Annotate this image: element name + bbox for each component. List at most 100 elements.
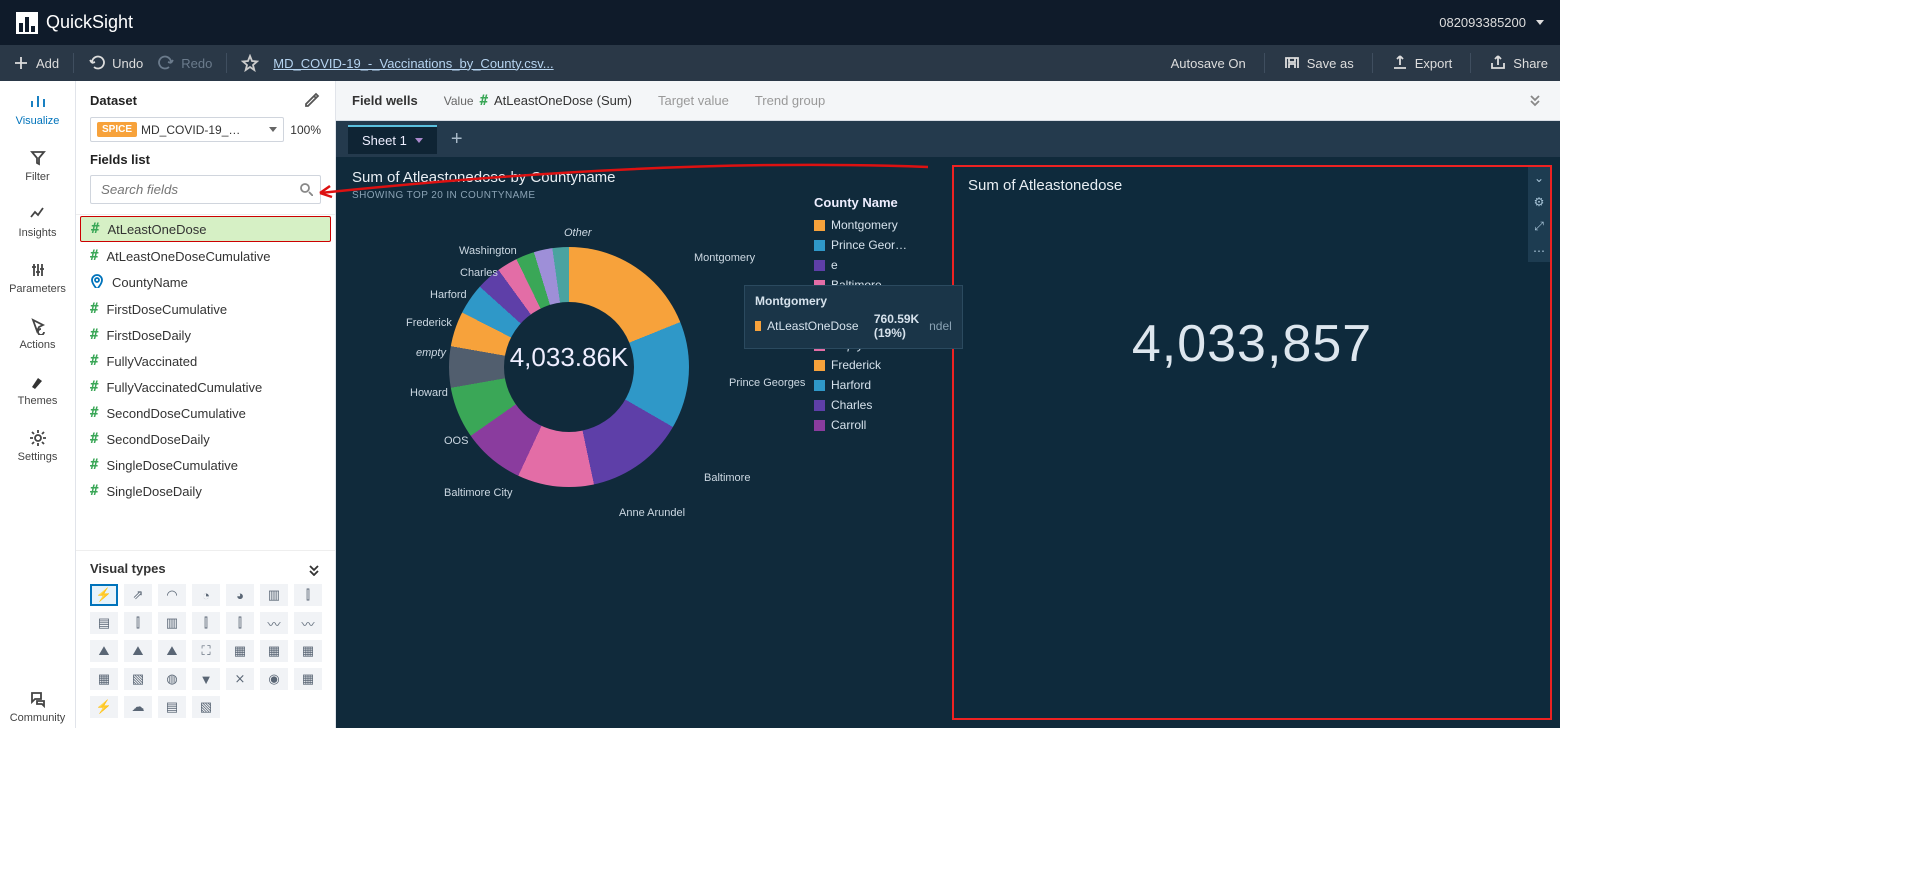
field-row[interactable]: #FullyVaccinated: [76, 348, 335, 374]
nav-parameters[interactable]: Parameters: [0, 255, 75, 299]
visual-type-cell[interactable]: ☁: [124, 696, 152, 718]
legend-item[interactable]: Charles: [814, 398, 934, 412]
field-name: AtLeastOneDoseCumulative: [106, 249, 270, 264]
field-row[interactable]: #AtLeastOneDose: [80, 216, 331, 242]
target-label[interactable]: Target value: [658, 93, 729, 108]
autosave-status[interactable]: Autosave On: [1171, 56, 1246, 71]
geo-icon: [90, 274, 104, 291]
visual-type-cell[interactable]: ⛶: [192, 640, 220, 662]
add-sheet-button[interactable]: +: [445, 128, 469, 151]
donut-visual[interactable]: Sum of Atleastonedose by Countyname SHOW…: [344, 165, 944, 720]
visual-type-cell[interactable]: ⛰: [124, 640, 152, 662]
legend-item[interactable]: Frederick: [814, 358, 934, 372]
legend-item[interactable]: Harford: [814, 378, 934, 392]
sliders-icon: [29, 261, 47, 279]
visual-type-cell[interactable]: ◕: [226, 584, 254, 606]
chevron-double-down-icon[interactable]: [1528, 92, 1544, 110]
field-row[interactable]: CountyName: [76, 269, 335, 296]
hash-icon: #: [480, 93, 488, 109]
visual-type-cell[interactable]: ▧: [192, 696, 220, 718]
visual-type-cell[interactable]: ▼: [192, 668, 220, 690]
visual-type-cell[interactable]: ⛰: [90, 640, 118, 662]
nav-community[interactable]: Community: [0, 684, 75, 728]
visual-type-cell[interactable]: ⨯: [226, 668, 254, 690]
nav-themes[interactable]: Themes: [0, 367, 75, 411]
brand-logo[interactable]: QuickSight: [16, 12, 133, 34]
nav-filter[interactable]: Filter: [0, 143, 75, 187]
legend-item[interactable]: e: [814, 258, 934, 272]
field-row[interactable]: #AtLeastOneDoseCumulative: [76, 243, 335, 269]
field-name: FirstDoseDaily: [106, 328, 191, 343]
value-field[interactable]: AtLeastOneDose (Sum): [494, 93, 632, 108]
nav-insights[interactable]: Insights: [0, 199, 75, 243]
pencil-icon[interactable]: [303, 91, 321, 109]
dataset-select[interactable]: SPICEMD_COVID-19_…: [90, 117, 284, 142]
visual-type-cell[interactable]: ⚡: [90, 584, 118, 606]
visual-type-cell[interactable]: ⚡: [90, 696, 118, 718]
star-icon[interactable]: [241, 54, 259, 72]
visual-type-cell[interactable]: ⫿: [294, 584, 322, 606]
field-row[interactable]: #SingleDoseDaily: [76, 478, 335, 504]
field-row[interactable]: #FullyVaccinatedCumulative: [76, 374, 335, 400]
chevron-double-down-icon[interactable]: [307, 562, 321, 576]
nav-actions[interactable]: Actions: [0, 311, 75, 355]
chevron-down-icon[interactable]: [1536, 20, 1544, 25]
more-icon[interactable]: ⋯: [1533, 244, 1545, 258]
kpi-visual[interactable]: ⌄ ⚙ ⤢ ⋯ Sum of Atleastonedose 4,033,857: [952, 165, 1552, 720]
visual-type-cell[interactable]: ▤: [90, 612, 118, 634]
hash-icon: #: [90, 483, 98, 499]
field-row[interactable]: #FirstDoseCumulative: [76, 296, 335, 322]
visual-type-cell[interactable]: ⇗: [124, 584, 152, 606]
add-button[interactable]: Add: [12, 54, 59, 72]
visual-type-cell[interactable]: ⫿: [226, 612, 254, 634]
visual-type-cell[interactable]: ▦: [294, 668, 322, 690]
trend-label[interactable]: Trend group: [755, 93, 825, 108]
sheet-tab-1[interactable]: Sheet 1: [348, 125, 437, 154]
fullscreen-icon[interactable]: ⤢: [1534, 219, 1544, 234]
visual-type-cell[interactable]: ▤: [158, 696, 186, 718]
expand-icon[interactable]: ⌄: [1534, 171, 1544, 185]
visual-type-cell[interactable]: 〰: [294, 612, 322, 634]
visual-type-cell[interactable]: 〰: [260, 612, 288, 634]
swatch-icon: [814, 240, 825, 251]
slice-label: Other: [564, 227, 592, 239]
visual-type-cell[interactable]: ⫿: [192, 612, 220, 634]
nav-settings[interactable]: Settings: [0, 423, 75, 467]
gear-icon[interactable]: ⚙: [1534, 195, 1545, 209]
visual-type-cell[interactable]: ◔: [192, 584, 220, 606]
tooltip-value: 760.59K (19%): [874, 312, 923, 340]
field-row[interactable]: #SecondDoseDaily: [76, 426, 335, 452]
visual-type-cell[interactable]: ◠: [158, 584, 186, 606]
field-row[interactable]: #SecondDoseCumulative: [76, 400, 335, 426]
saveas-button[interactable]: Save as: [1283, 54, 1354, 72]
field-row[interactable]: #FirstDoseDaily: [76, 322, 335, 348]
legend-title: County Name: [814, 195, 934, 210]
visual-type-cell[interactable]: ◍: [158, 668, 186, 690]
field-wells[interactable]: Field wells Value # AtLeastOneDose (Sum)…: [336, 81, 1560, 121]
legend-item[interactable]: Carroll: [814, 418, 934, 432]
fields-list[interactable]: #AtLeastOneDose#AtLeastOneDoseCumulative…: [76, 214, 335, 551]
visual-type-cell[interactable]: ◉: [260, 668, 288, 690]
visual-type-cell[interactable]: ▥: [158, 612, 186, 634]
analysis-title[interactable]: MD_COVID-19_-_Vaccinations_by_County.csv…: [273, 56, 553, 71]
share-button[interactable]: Share: [1489, 54, 1548, 72]
visual-type-cell[interactable]: ▧: [124, 668, 152, 690]
visual-type-cell[interactable]: ⛰: [158, 640, 186, 662]
visual-type-cell[interactable]: ▥: [260, 584, 288, 606]
export-button[interactable]: Export: [1391, 54, 1453, 72]
visual-type-cell[interactable]: ⫿: [124, 612, 152, 634]
search-fields-input[interactable]: [90, 175, 321, 204]
legend-item[interactable]: Prince Geor…: [814, 238, 934, 252]
search-icon: [299, 182, 313, 196]
legend-item[interactable]: Montgomery: [814, 218, 934, 232]
undo-button[interactable]: Undo: [88, 54, 143, 72]
visual-type-cell[interactable]: ▦: [226, 640, 254, 662]
chart-icon: [29, 93, 47, 111]
nav-visualize[interactable]: Visualize: [0, 87, 75, 131]
visual-type-cell[interactable]: ▦: [294, 640, 322, 662]
chevron-down-icon[interactable]: [415, 138, 423, 143]
account-id[interactable]: 082093385200: [1439, 15, 1526, 30]
visual-type-cell[interactable]: ▦: [90, 668, 118, 690]
field-row[interactable]: #SingleDoseCumulative: [76, 452, 335, 478]
visual-type-cell[interactable]: ▦: [260, 640, 288, 662]
